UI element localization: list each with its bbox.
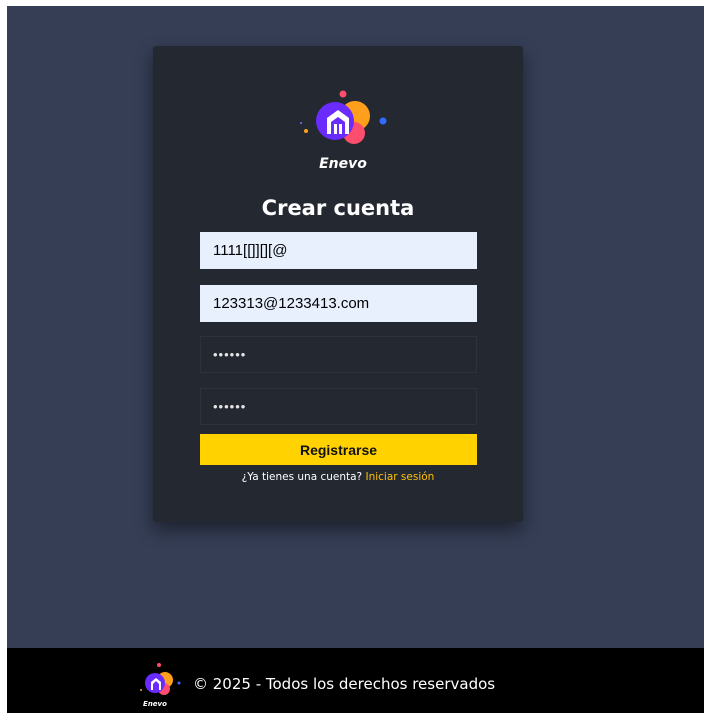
login-prompt-text: ¿Ya tienes una cuenta? bbox=[241, 471, 363, 483]
login-prompt-row: ¿Ya tienes una cuenta? Iniciar sesión bbox=[153, 471, 523, 483]
username-input[interactable] bbox=[200, 232, 477, 269]
brand-logo: Enevo bbox=[295, 90, 391, 180]
footer-logo-text: Enevo bbox=[143, 700, 167, 708]
copyright-text: © 2025 - Todos los derechos reservados bbox=[193, 675, 496, 693]
email-input[interactable] bbox=[200, 285, 477, 322]
login-link[interactable]: Iniciar sesión bbox=[365, 471, 434, 483]
house-bubble-logo-icon bbox=[300, 90, 387, 144]
page-background: Enevo Crear cuenta Registrarse ¿Ya tiene… bbox=[7, 6, 704, 713]
footer: Enevo © 2025 - Todos los derechos reserv… bbox=[7, 648, 704, 713]
password-input[interactable] bbox=[200, 336, 477, 373]
confirm-password-input[interactable] bbox=[200, 388, 477, 425]
page-title: Crear cuenta bbox=[261, 196, 415, 220]
register-button[interactable]: Registrarse bbox=[200, 434, 477, 465]
house-bubble-logo-icon: Enevo bbox=[140, 663, 181, 708]
brand-name: Enevo bbox=[319, 156, 367, 172]
footer-logo: Enevo bbox=[134, 662, 184, 710]
register-card: Enevo Crear cuenta Registrarse ¿Ya tiene… bbox=[153, 46, 523, 522]
